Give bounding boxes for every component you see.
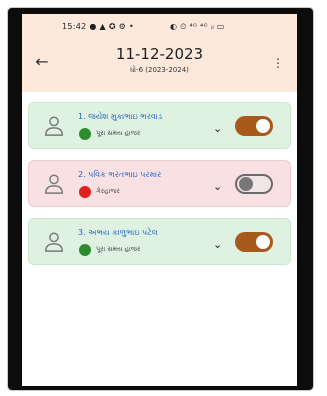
toggle-knob [256, 119, 270, 133]
app-screen: 15:42 ● ▲ ✪ ⚙ • ◐ ⏲ ⁴ᴳ ⁴ᴳ ᵢₗ ▭ ← 11-12-2… [22, 14, 297, 386]
app-bar: ← 11-12-2023 ધો-6 (2023-2024) ⋮ [22, 40, 297, 92]
status-time: 15:42 [62, 22, 87, 31]
page-subtitle: ધો-6 (2023-2024) [130, 66, 189, 74]
student-card[interactable]: 1. જયેશ મુકાભાઇ ભરવાડ પૂરા સમય હાજર ⌄ [28, 102, 291, 149]
attendance-status: ગેરહાજર [96, 187, 120, 195]
status-left: 15:42 ● ▲ ✪ ⚙ • [62, 22, 134, 31]
more-menu-icon[interactable]: ⋮ [272, 54, 284, 72]
status-notification-icons: ● ▲ ✪ ⚙ • [89, 22, 135, 31]
status-bar: 15:42 ● ▲ ✪ ⚙ • ◐ ⏲ ⁴ᴳ ⁴ᴳ ᵢₗ ▭ [22, 14, 297, 40]
status-system-icons: ◐ ⏲ ⁴ᴳ ⁴ᴳ ᵢₗ ▭ [170, 22, 225, 31]
attendance-toggle[interactable] [235, 174, 273, 194]
attendance-status: પૂરા સમય હાજર [96, 245, 141, 253]
student-card[interactable]: 3. અભય કાળુભાઇ પટેલ પૂરા સમય હાજર ⌄ [28, 218, 291, 265]
attendance-toggle[interactable] [235, 116, 273, 136]
chevron-down-icon[interactable]: ⌄ [213, 180, 222, 193]
chevron-down-icon[interactable]: ⌄ [213, 122, 222, 135]
status-dot [79, 244, 91, 256]
status-dot [79, 128, 91, 140]
student-card[interactable]: 2. પવિક ભરતભાઇ પરમાર ગેરહાજર ⌄ [28, 160, 291, 207]
attendance-toggle[interactable] [235, 232, 273, 252]
person-icon [45, 232, 63, 252]
student-name: 2. પવિક ભરતભાઇ પરમાર [78, 170, 162, 179]
student-name: 3. અભય કાળુભાઇ પટેલ [78, 228, 158, 237]
status-dot [79, 186, 91, 198]
person-icon [45, 116, 63, 136]
toggle-knob [256, 235, 270, 249]
chevron-down-icon[interactable]: ⌄ [213, 238, 222, 251]
person-icon [45, 174, 63, 194]
page-title: 11-12-2023 [115, 45, 204, 63]
attendance-status: પૂરા સમય હાજર [96, 129, 141, 137]
student-name: 1. જયેશ મુકાભાઇ ભરવાડ [78, 112, 163, 121]
toggle-knob [239, 177, 253, 191]
